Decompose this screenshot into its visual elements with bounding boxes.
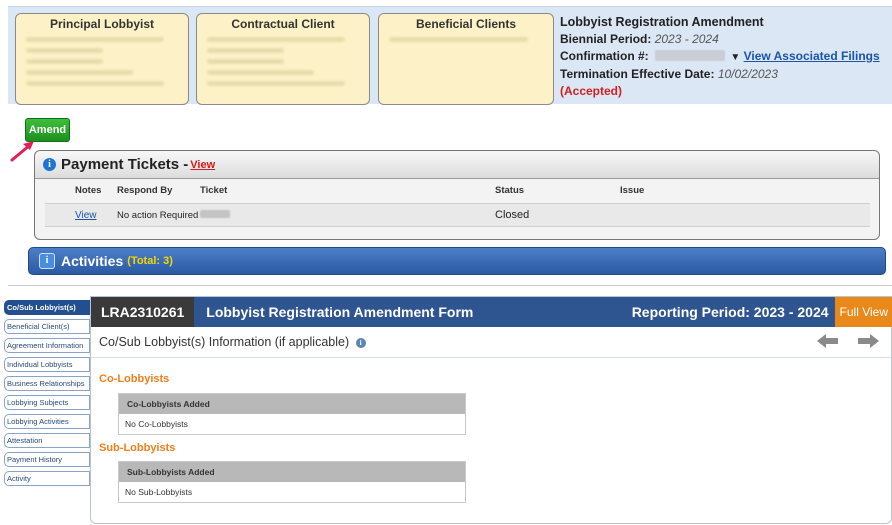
redacted-line: [207, 59, 285, 64]
ticket-cell: [200, 209, 495, 221]
form-section-tabs: Co/Sub Lobbyist(s) Beneficial Client(s) …: [4, 300, 90, 490]
registration-title: Lobbyist Registration Amendment: [560, 15, 764, 29]
redacted-line: [207, 37, 345, 42]
activities-title: Activities: [61, 253, 124, 269]
column-header-notes: Notes: [75, 185, 102, 196]
divider: [91, 357, 891, 358]
column-header-issue: Issue: [620, 185, 645, 196]
filing-header: Principal Lobbyist Contractual Client Be…: [8, 6, 892, 105]
payment-tickets-panel: i Payment Tickets - View Notes Respond B…: [34, 150, 880, 240]
tab-agreement-information[interactable]: Agreement Information: [4, 338, 90, 353]
activities-bar[interactable]: i Activities (Total: 3): [28, 247, 886, 275]
beneficial-clients-title: Beneficial Clients: [415, 17, 517, 31]
tab-co-sub-lobbyists[interactable]: Co/Sub Lobbyist(s): [4, 300, 90, 315]
redacted-line: [207, 70, 314, 75]
respond-by-cell: No action Required: [117, 209, 199, 221]
tab-lobbying-activities[interactable]: Lobbying Activities: [4, 414, 90, 429]
biennial-period-row: Biennial Period: 2023 - 2024: [560, 31, 880, 48]
arrow-right-icon[interactable]: [857, 333, 879, 349]
co-lobbyists-heading: Co-Lobbyists: [99, 373, 170, 385]
table-row: No Sub-Lobbyists: [119, 482, 465, 502]
column-header-respond-by: Respond By: [117, 185, 173, 196]
redacted-line: [26, 59, 104, 64]
notes-cell: View: [45, 210, 115, 221]
beneficial-clients-card: Beneficial Clients: [378, 13, 554, 105]
payment-tickets-title: Payment Tickets -: [61, 156, 189, 173]
registration-info: Lobbyist Registration Amendment Biennial…: [560, 14, 880, 100]
principal-lobbyist-title: Principal Lobbyist: [49, 17, 154, 31]
form-title: Lobbyist Registration Amendment Form: [206, 304, 474, 320]
sub-lobbyists-heading: Sub-Lobbyists: [99, 442, 176, 454]
payment-tickets-header: i Payment Tickets - View: [35, 151, 879, 179]
tab-business-relationships[interactable]: Business Relationships: [4, 376, 90, 391]
amendment-form-panel: LRA2310261 Lobbyist Registration Amendme…: [90, 296, 892, 524]
tab-payment-history[interactable]: Payment History: [4, 452, 90, 467]
table-row: View No action Required Closed: [45, 203, 870, 227]
column-header-ticket: Ticket: [200, 185, 228, 196]
sub-lobbyists-table-header: Sub-Lobbyists Added: [119, 462, 465, 482]
confirmation-number-redacted: [655, 50, 726, 61]
redacted-line: [389, 37, 529, 42]
confirmation-row: Confirmation #: ▼ View Associated Filing…: [560, 48, 880, 66]
form-header: LRA2310261 Lobbyist Registration Amendme…: [91, 297, 892, 327]
biennial-period-value: 2023 - 2024: [654, 32, 719, 46]
reporting-period: Reporting Period: 2023 - 2024: [631, 304, 829, 320]
tab-individual-lobbyists[interactable]: Individual Lobbyists: [4, 357, 90, 372]
divider: [8, 285, 892, 286]
redacted-line: [207, 48, 285, 53]
tab-lobbying-subjects[interactable]: Lobbying Subjects: [4, 395, 90, 410]
table-row: No Co-Lobbyists: [119, 414, 465, 434]
contractual-client-title: Contractual Client: [231, 17, 335, 31]
termination-label: Termination Effective Date:: [560, 67, 715, 81]
payment-tickets-table: Notes Respond By Ticket Status Issue Vie…: [45, 185, 870, 227]
section-title: Co/Sub Lobbyist(s) Information (if appli…: [99, 335, 366, 349]
caret-down-icon[interactable]: ▼: [730, 52, 740, 63]
view-notes-link[interactable]: View: [75, 210, 97, 221]
termination-date-value: 10/02/2023: [717, 67, 778, 81]
info-icon[interactable]: i: [355, 338, 366, 348]
redacted-line: [207, 81, 345, 86]
tab-beneficial-clients[interactable]: Beneficial Client(s): [4, 319, 90, 334]
redacted-line: [26, 48, 104, 53]
column-header-status: Status: [495, 185, 525, 196]
co-lobbyists-table: Co-Lobbyists Added No Co-Lobbyists: [118, 393, 466, 435]
sub-lobbyists-table: Sub-Lobbyists Added No Sub-Lobbyists: [118, 461, 466, 503]
principal-lobbyist-card: Principal Lobbyist: [15, 13, 189, 105]
status-badge: (Accepted): [560, 84, 623, 98]
contractual-client-card: Contractual Client: [196, 13, 370, 105]
ticket-number-redacted: [200, 209, 230, 218]
full-view-button[interactable]: Full View: [834, 297, 892, 327]
section-title-text: Co/Sub Lobbyist(s) Information (if appli…: [99, 335, 350, 349]
info-icon: i: [39, 253, 55, 269]
arrow-left-icon[interactable]: [817, 333, 839, 349]
form-id: LRA2310261: [91, 297, 195, 327]
confirmation-label: Confirmation #:: [560, 49, 649, 63]
payment-tickets-view-link[interactable]: View: [190, 159, 215, 171]
termination-row: Termination Effective Date: 10/02/2023: [560, 66, 880, 83]
redacted-line: [26, 37, 164, 42]
biennial-period-label: Biennial Period:: [560, 32, 652, 46]
table-header-row: Notes Respond By Ticket Status Issue: [45, 185, 870, 201]
activities-total: (Total: 3): [127, 255, 173, 267]
section-navigation: [817, 333, 879, 349]
redacted-line: [26, 70, 133, 75]
info-icon: i: [43, 158, 56, 171]
tab-activity[interactable]: Activity: [4, 471, 90, 486]
view-associated-filings-link[interactable]: View Associated Filings: [744, 49, 880, 63]
co-lobbyists-table-header: Co-Lobbyists Added: [119, 394, 465, 414]
status-cell: Closed: [495, 209, 530, 221]
tab-attestation[interactable]: Attestation: [4, 433, 90, 448]
redacted-line: [26, 81, 164, 86]
